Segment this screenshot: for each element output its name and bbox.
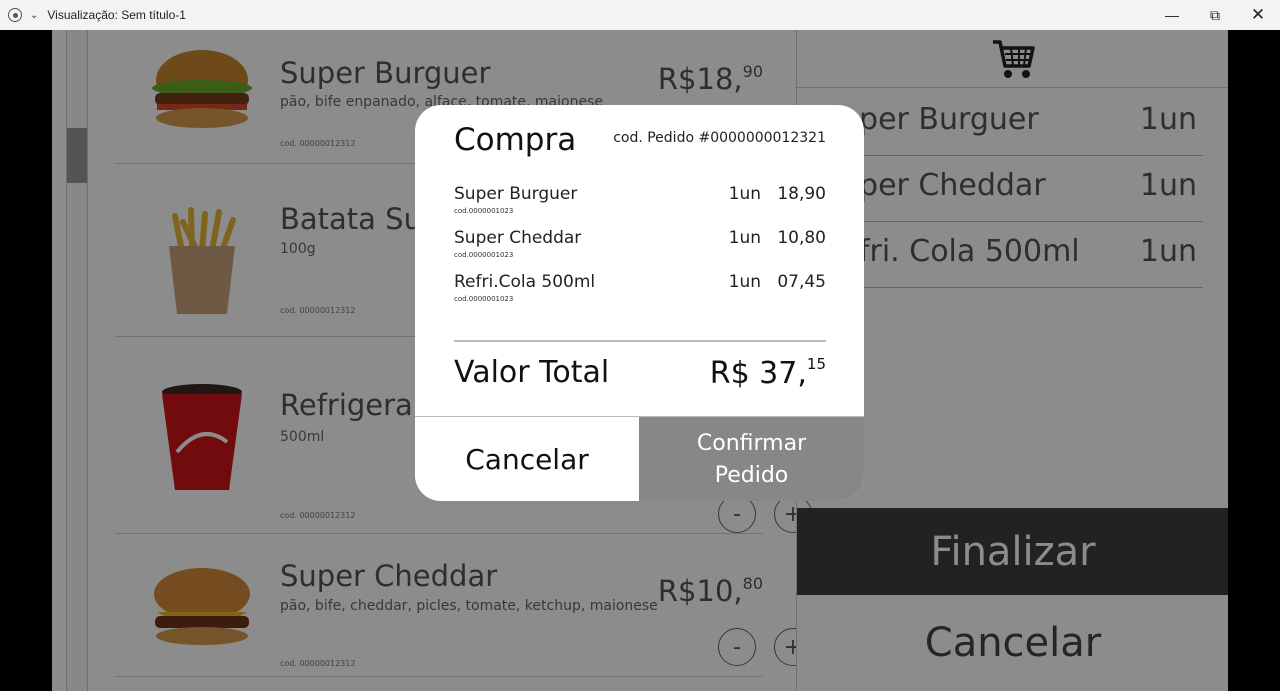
order-line-qty: 1un <box>728 184 761 204</box>
order-line: Super Cheddar cod.0000001023 1un 10,80 <box>454 228 826 268</box>
order-line-qty: 1un <box>728 272 761 292</box>
confirm-order-button[interactable]: Confirmar Pedido <box>639 417 864 501</box>
app-icon <box>8 8 22 22</box>
order-confirm-dialog: Compra cod. Pedido #0000000012321 Super … <box>415 105 864 501</box>
order-line-price: 10,80 <box>777 228 826 248</box>
minimize-button[interactable]: — <box>1150 0 1194 30</box>
chevron-down-icon[interactable]: ⌄ <box>30 10 38 21</box>
divider <box>454 340 826 342</box>
order-line-cod: cod.0000001023 <box>454 251 514 259</box>
order-line-cod: cod.0000001023 <box>454 207 514 215</box>
restore-button[interactable]: ⧉ <box>1193 0 1237 30</box>
dialog-cancel-button[interactable]: Cancelar <box>415 417 639 501</box>
dialog-title: Compra <box>454 122 577 158</box>
dialog-actions: Cancelar Confirmar Pedido <box>415 416 864 501</box>
total-value: R$ 37,15 <box>710 355 826 391</box>
window-title: Visualização: Sem título-1 <box>47 8 186 22</box>
close-button[interactable]: ✕ <box>1236 0 1280 30</box>
total-int: R$ 37, <box>709 356 807 391</box>
order-line-name: Refri.Cola 500ml <box>454 272 596 292</box>
total-label: Valor Total <box>454 355 610 390</box>
order-line: Super Burguer cod.0000001023 1un 18,90 <box>454 184 826 224</box>
title-bar: ⌄ Visualização: Sem título-1 — ⧉ ✕ <box>0 0 1280 30</box>
order-line-price: 07,45 <box>777 272 826 292</box>
order-code: cod. Pedido #0000000012321 <box>613 130 826 146</box>
order-line-qty: 1un <box>728 228 761 248</box>
order-line-price: 18,90 <box>777 184 826 204</box>
order-line-name: Super Cheddar <box>454 228 582 248</box>
order-line: Refri.Cola 500ml cod.0000001023 1un 07,4… <box>454 272 826 312</box>
total-cents: 15 <box>806 355 826 373</box>
order-line-name: Super Burguer <box>454 184 578 204</box>
order-line-cod: cod.0000001023 <box>454 295 514 303</box>
